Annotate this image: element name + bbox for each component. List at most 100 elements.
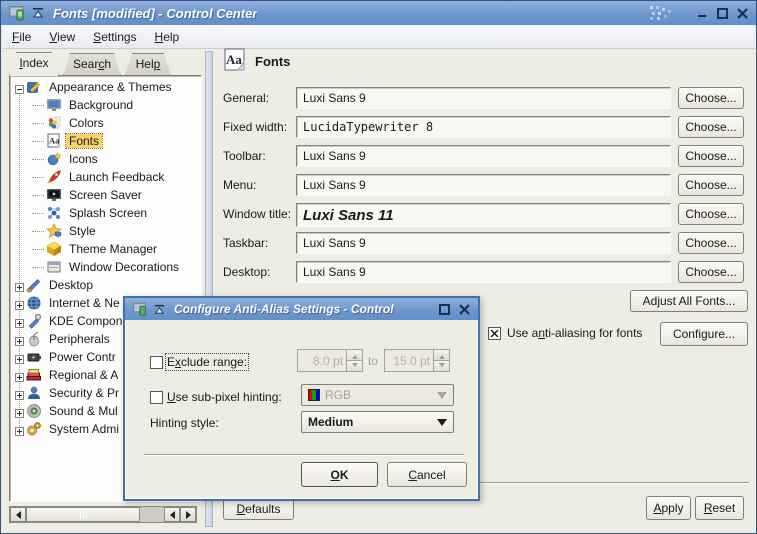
choose-button[interactable]: Choose... — [678, 174, 744, 196]
plus-expander-icon[interactable] — [15, 353, 24, 362]
range-to-spinbox[interactable]: 15.0 pt — [384, 349, 450, 372]
range-to-label: to — [368, 354, 378, 368]
tree-item-label: Screen Saver — [66, 188, 145, 202]
tree-item-desktop[interactable]: Desktop — [10, 276, 201, 294]
close-button[interactable] — [732, 4, 752, 22]
tree-item-label: Splash Screen — [66, 206, 150, 220]
subpixel-checkbox[interactable] — [150, 391, 163, 404]
tree-item-label: Internet & Ne — [46, 296, 123, 310]
configure-button[interactable]: Configure... — [660, 322, 748, 346]
tree-connector — [32, 195, 44, 196]
minus-expander-icon[interactable] — [15, 83, 24, 92]
menu-item-help[interactable]: Help — [146, 27, 189, 47]
tree-item-theme-manager[interactable]: Theme Manager — [10, 240, 201, 258]
svg-text:Aa: Aa — [226, 52, 242, 67]
scrollbar-thumb[interactable] — [26, 507, 140, 522]
choose-button[interactable]: Choose... — [678, 261, 744, 283]
tree-item-label: Icons — [66, 152, 101, 166]
scroll-right-icon[interactable] — [180, 507, 196, 522]
ok-button[interactable]: OK — [301, 462, 378, 487]
hinting-value: Medium — [308, 415, 353, 429]
tree-connector — [32, 177, 44, 178]
tree-item-icons[interactable]: Icons — [10, 150, 201, 168]
theme-manager-icon — [46, 241, 62, 257]
subpixel-label[interactable]: Use sub-pixel hinting: — [167, 390, 282, 404]
dialog-titlebar[interactable]: Configure Anti-Alias Settings - Control — [125, 298, 478, 320]
tree-item-style[interactable]: Style — [10, 222, 201, 240]
subpixel-combobox[interactable]: RGB — [301, 384, 454, 406]
tree-item-screen-saver[interactable]: Screen Saver — [10, 186, 201, 204]
tree-connector — [32, 123, 44, 124]
exclude-range-checkbox[interactable] — [150, 356, 163, 369]
plus-expander-icon[interactable] — [15, 317, 24, 326]
minimize-button[interactable] — [692, 4, 712, 22]
exclude-range-label[interactable]: Exclude range: — [167, 355, 247, 369]
dialog-app-icon[interactable] — [132, 301, 148, 317]
adjust-all-fonts-button[interactable]: Adjust All Fonts... — [630, 290, 748, 312]
maximize-button[interactable] — [712, 4, 732, 22]
menu-item-file[interactable]: File — [3, 27, 40, 47]
plus-expander-icon[interactable] — [15, 335, 24, 344]
tree-item-background[interactable]: Background — [10, 96, 201, 114]
screen-saver-icon — [46, 187, 62, 203]
menu-item-view[interactable]: View — [40, 27, 84, 47]
titlebar[interactable]: Fonts [modified] - Control Center — [1, 1, 756, 25]
dialog-maximize-button[interactable] — [434, 300, 454, 318]
apply-button[interactable]: Apply — [646, 496, 691, 520]
app-icon[interactable] — [8, 4, 26, 22]
tab-help[interactable]: Help — [125, 53, 171, 76]
tab-index[interactable]: Index — [9, 52, 59, 76]
tree-item-splash-screen[interactable]: Splash Screen — [10, 204, 201, 222]
plus-expander-icon[interactable] — [15, 299, 24, 308]
tab-search[interactable]: Search — [63, 53, 121, 76]
scroll-left2-icon[interactable] — [164, 507, 180, 522]
spin-up-icon[interactable] — [347, 350, 362, 360]
tree-item-window-decorations[interactable]: Window Decorations — [10, 258, 201, 276]
plus-expander-icon[interactable] — [15, 371, 24, 380]
choose-button[interactable]: Choose... — [678, 87, 744, 109]
tree-item-label: Fonts — [66, 134, 102, 148]
font-row-label: Menu: — [223, 178, 256, 192]
hinting-style-combobox[interactable]: Medium — [301, 411, 454, 433]
dialog-shade-icon[interactable] — [154, 304, 165, 315]
kde-components-icon — [26, 313, 42, 329]
font-preview-value: Luxi Sans 9 — [303, 178, 366, 192]
tree-item-launch-feedback[interactable]: Launch Feedback — [10, 168, 201, 186]
range-from-spinbox[interactable]: 8.0 pt — [297, 349, 363, 372]
spin-down-icon[interactable] — [347, 360, 362, 371]
tree-horizontal-scrollbar[interactable] — [9, 506, 197, 523]
font-preview-field: Luxi Sans 9 — [296, 232, 671, 254]
tree-item-label: Style — [66, 224, 99, 238]
menu-item-settings[interactable]: Settings — [84, 27, 145, 47]
tree-item-label: Regional & A — [46, 368, 121, 382]
font-preview-field: Luxi Sans 9 — [296, 145, 671, 167]
font-row-label: Window title: — [223, 207, 291, 221]
reset-button[interactable]: Reset — [695, 496, 744, 520]
spin-up-icon[interactable] — [434, 350, 449, 360]
tree-item-fonts[interactable]: AaFonts — [10, 132, 201, 150]
tree-item-colors[interactable]: Colors — [10, 114, 201, 132]
antialias-checkbox[interactable] — [488, 327, 501, 340]
choose-button[interactable]: Choose... — [678, 116, 744, 138]
dialog-close-button[interactable] — [454, 300, 474, 318]
tree-connector — [32, 267, 44, 268]
hinting-style-label: Hinting style: — [150, 416, 219, 430]
plus-expander-icon[interactable] — [15, 281, 24, 290]
spin-down-icon[interactable] — [434, 360, 449, 371]
scroll-left-icon[interactable] — [10, 507, 26, 522]
antialias-label[interactable]: Use anti-aliasing for fonts — [507, 326, 642, 340]
tree-connector — [32, 249, 44, 250]
font-preview-value: Luxi Sans 9 — [303, 265, 366, 279]
cancel-button[interactable]: Cancel — [387, 462, 467, 487]
tree-item-appearance-themes[interactable]: Appearance & Themes — [10, 78, 201, 96]
plus-expander-icon[interactable] — [15, 407, 24, 416]
choose-button[interactable]: Choose... — [678, 145, 744, 167]
choose-button[interactable]: Choose... — [678, 203, 744, 225]
plus-expander-icon[interactable] — [15, 389, 24, 398]
tree-connector — [32, 105, 44, 106]
scrollbar-track[interactable] — [140, 507, 164, 522]
tree-item-label: Power Contr — [46, 350, 119, 364]
choose-button[interactable]: Choose... — [678, 232, 744, 254]
plus-expander-icon[interactable] — [15, 425, 24, 434]
shade-icon[interactable] — [32, 7, 44, 19]
